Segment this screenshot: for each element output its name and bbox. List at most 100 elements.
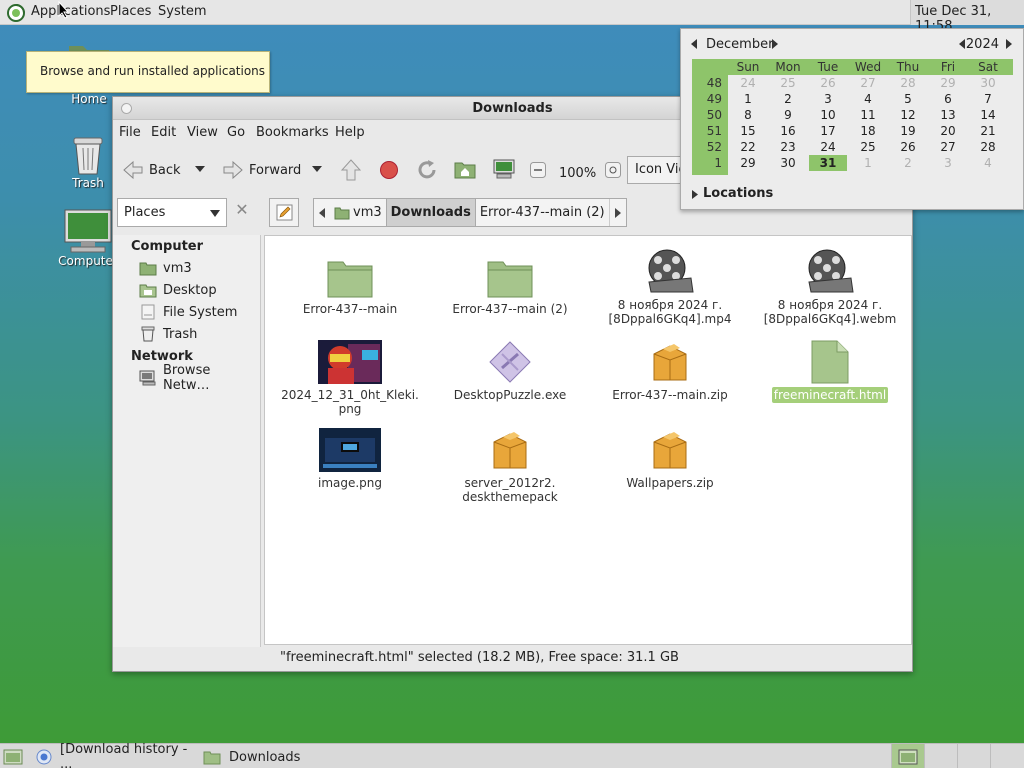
calendar-day[interactable]: 21 bbox=[980, 124, 995, 138]
calendar-day[interactable]: 30 bbox=[780, 156, 795, 170]
computer-icon[interactable] bbox=[493, 159, 515, 179]
calendar-day[interactable]: 4 bbox=[864, 92, 872, 106]
sidebar-item-trash[interactable]: Trash bbox=[139, 324, 197, 344]
calendar-day[interactable]: 25 bbox=[780, 76, 795, 90]
calendar-day[interactable]: 14 bbox=[980, 108, 995, 122]
breadcrumb-error-437-main-2[interactable]: Error-437--main (2) bbox=[476, 199, 609, 226]
calendar-day[interactable]: 26 bbox=[900, 140, 915, 154]
locations-label[interactable]: Locations bbox=[703, 186, 773, 201]
forward-dropdown-icon[interactable] bbox=[312, 165, 322, 173]
calendar-day[interactable]: 18 bbox=[860, 124, 875, 138]
places-menu[interactable]: Places bbox=[110, 4, 151, 19]
workspace-4[interactable] bbox=[990, 744, 1023, 768]
file-item[interactable]: 8 ноября 2024 г. [8Dppal6GKq4].webm bbox=[749, 244, 911, 326]
file-item[interactable]: Error-437--main bbox=[269, 248, 431, 316]
prev-year-icon[interactable] bbox=[959, 39, 965, 49]
file-item-selected[interactable]: freeminecraft.html bbox=[749, 334, 911, 403]
file-item[interactable]: DesktopPuzzle.exe bbox=[429, 334, 591, 402]
zoom-out-icon[interactable] bbox=[530, 162, 546, 178]
calendar-day[interactable]: 16 bbox=[780, 124, 795, 138]
workspace-1[interactable] bbox=[891, 744, 924, 768]
workspace-3[interactable] bbox=[957, 744, 990, 768]
distro-logo-icon[interactable] bbox=[6, 3, 26, 23]
menu-go[interactable]: Go bbox=[227, 125, 245, 140]
calendar-day[interactable]: 6 bbox=[944, 92, 952, 106]
weekday-label[interactable]: Thu bbox=[896, 60, 920, 74]
calendar-day[interactable]: 1 bbox=[864, 156, 872, 170]
calendar-day[interactable]: 10 bbox=[820, 108, 835, 122]
calendar-day[interactable]: 29 bbox=[940, 76, 955, 90]
weekday-label[interactable]: Sun bbox=[737, 60, 760, 74]
workspace-2[interactable] bbox=[924, 744, 957, 768]
weekday-label[interactable]: Mon bbox=[775, 60, 800, 74]
calendar-day[interactable]: 2 bbox=[904, 156, 912, 170]
home-icon[interactable] bbox=[454, 159, 476, 179]
calendar-day[interactable]: 30 bbox=[980, 76, 995, 90]
locations-expander-icon[interactable] bbox=[692, 190, 698, 199]
calendar-day[interactable]: 19 bbox=[900, 124, 915, 138]
calendar-day[interactable]: 29 bbox=[740, 156, 755, 170]
calendar-day[interactable]: 13 bbox=[940, 108, 955, 122]
sidebar-item-desktop[interactable]: Desktop bbox=[139, 280, 217, 300]
zoom-in-icon[interactable] bbox=[605, 162, 621, 178]
file-item[interactable]: Error-437--main (2) bbox=[429, 248, 591, 316]
places-combo[interactable]: Places bbox=[117, 198, 227, 227]
calendar-day[interactable]: 11 bbox=[860, 108, 875, 122]
calendar-grid[interactable]: Sun Mon Tue Wed Thu Fri Sat48 24 25 26 27 28 29 3049 1… bbox=[692, 59, 1013, 175]
menu-view[interactable]: View bbox=[187, 125, 218, 140]
file-item[interactable]: 2024_12_31_0ht_Kleki. png bbox=[269, 334, 431, 416]
back-dropdown-icon[interactable] bbox=[195, 165, 205, 173]
forward-button[interactable]: Forward bbox=[221, 157, 301, 183]
menu-bookmarks[interactable]: Bookmarks bbox=[256, 125, 329, 140]
prev-month-icon[interactable] bbox=[691, 39, 697, 49]
breadcrumb-right-arrow[interactable] bbox=[608, 199, 626, 226]
calendar-day[interactable]: 22 bbox=[740, 140, 755, 154]
menu-edit[interactable]: Edit bbox=[151, 125, 176, 140]
calendar-day[interactable]: 1 bbox=[744, 92, 752, 106]
file-item[interactable]: image.png bbox=[269, 422, 431, 490]
edit-location-button[interactable] bbox=[269, 198, 299, 227]
calendar-day[interactable]: 25 bbox=[860, 140, 875, 154]
calendar-day-today[interactable]: 31 bbox=[820, 156, 837, 170]
file-view[interactable]: Error-437--main Error-437--main (2) 8 но… bbox=[264, 235, 912, 645]
desktop-icon-computer[interactable]: Computer bbox=[56, 208, 120, 268]
sidebar-item-file-system[interactable]: File System bbox=[139, 302, 237, 322]
weekday-label[interactable]: Wed bbox=[855, 60, 881, 74]
file-item[interactable]: Wallpapers.zip bbox=[589, 422, 751, 490]
view-mode-select[interactable]: Icon Vie bbox=[627, 156, 687, 184]
file-item[interactable]: Error-437--main.zip bbox=[589, 334, 751, 402]
calendar-day[interactable]: 4 bbox=[984, 156, 992, 170]
calendar-day[interactable]: 12 bbox=[900, 108, 915, 122]
menu-file[interactable]: File bbox=[119, 125, 141, 140]
close-sidebar-icon[interactable]: ✕ bbox=[231, 200, 253, 224]
applications-menu[interactable]: Applications bbox=[31, 4, 110, 19]
calendar-day[interactable]: 28 bbox=[900, 76, 915, 90]
calendar-day[interactable]: 27 bbox=[940, 140, 955, 154]
reload-icon[interactable] bbox=[416, 159, 438, 181]
calendar-day[interactable]: 9 bbox=[784, 108, 792, 122]
calendar-day[interactable]: 26 bbox=[820, 76, 835, 90]
calendar-day[interactable]: 28 bbox=[980, 140, 995, 154]
desktop-icon-trash[interactable]: Trash bbox=[58, 132, 118, 190]
sidebar-item-browse-network[interactable]: Browse Netw… bbox=[139, 363, 260, 393]
calendar-day[interactable]: 8 bbox=[744, 108, 752, 122]
calendar-day[interactable]: 2 bbox=[784, 92, 792, 106]
next-year-icon[interactable] bbox=[1006, 39, 1012, 49]
weekday-label[interactable]: Fri bbox=[941, 60, 955, 74]
taskbar-item-download-history[interactable]: [Download history - ... bbox=[36, 742, 196, 768]
calendar-day[interactable]: 15 bbox=[740, 124, 755, 138]
breadcrumb-vm3[interactable]: vm3 bbox=[330, 199, 386, 226]
calendar-day[interactable]: 23 bbox=[780, 140, 795, 154]
calendar-day[interactable]: 5 bbox=[904, 92, 912, 106]
calendar-day[interactable]: 27 bbox=[860, 76, 875, 90]
stop-icon[interactable] bbox=[379, 160, 399, 180]
calendar-day[interactable]: 17 bbox=[820, 124, 835, 138]
file-item[interactable]: server_2012r2. deskthemepack bbox=[429, 422, 591, 504]
menu-help[interactable]: Help bbox=[335, 125, 365, 140]
calendar-day[interactable]: 7 bbox=[984, 92, 992, 106]
up-arrow-icon[interactable] bbox=[339, 158, 363, 182]
calendar-day[interactable]: 20 bbox=[940, 124, 955, 138]
file-item[interactable]: 8 ноября 2024 г. [8Dppal6GKq4].mp4 bbox=[589, 244, 751, 326]
show-desktop-icon[interactable] bbox=[3, 748, 23, 765]
calendar-day[interactable]: 24 bbox=[740, 76, 755, 90]
